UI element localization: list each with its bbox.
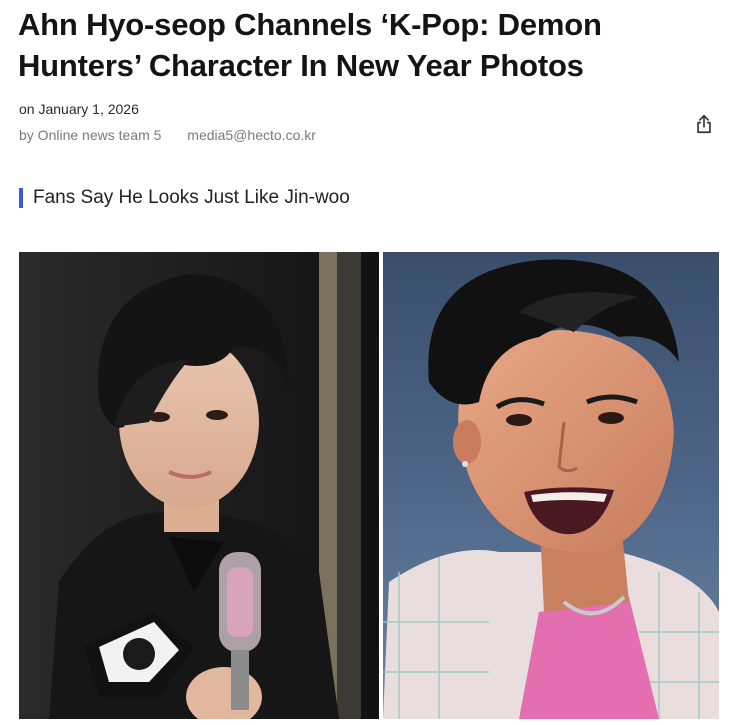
article-subheading: Fans Say He Looks Just Like Jin-woo	[19, 186, 350, 210]
article-headline: Ahn Hyo-seop Channels ‘K-Pop: Demon Hunt…	[18, 7, 602, 83]
image-divider	[379, 252, 383, 719]
author-name: by Online news team 5	[19, 127, 162, 143]
article-image-illustration	[19, 252, 719, 719]
article-image[interactable]	[19, 252, 719, 719]
share-button[interactable]	[690, 110, 718, 138]
right-illustration-panel	[383, 252, 719, 719]
subheading-accent-bar	[19, 188, 23, 208]
subheading-text: Fans Say He Looks Just Like Jin-woo	[33, 187, 350, 208]
publish-date: on January 1, 2026	[19, 101, 139, 117]
author-email[interactable]: media5@hecto.co.kr	[187, 127, 316, 143]
share-icon	[697, 114, 711, 134]
byline: by Online news team 5 media5@hecto.co.kr	[19, 127, 316, 143]
left-photo-panel	[19, 252, 379, 719]
